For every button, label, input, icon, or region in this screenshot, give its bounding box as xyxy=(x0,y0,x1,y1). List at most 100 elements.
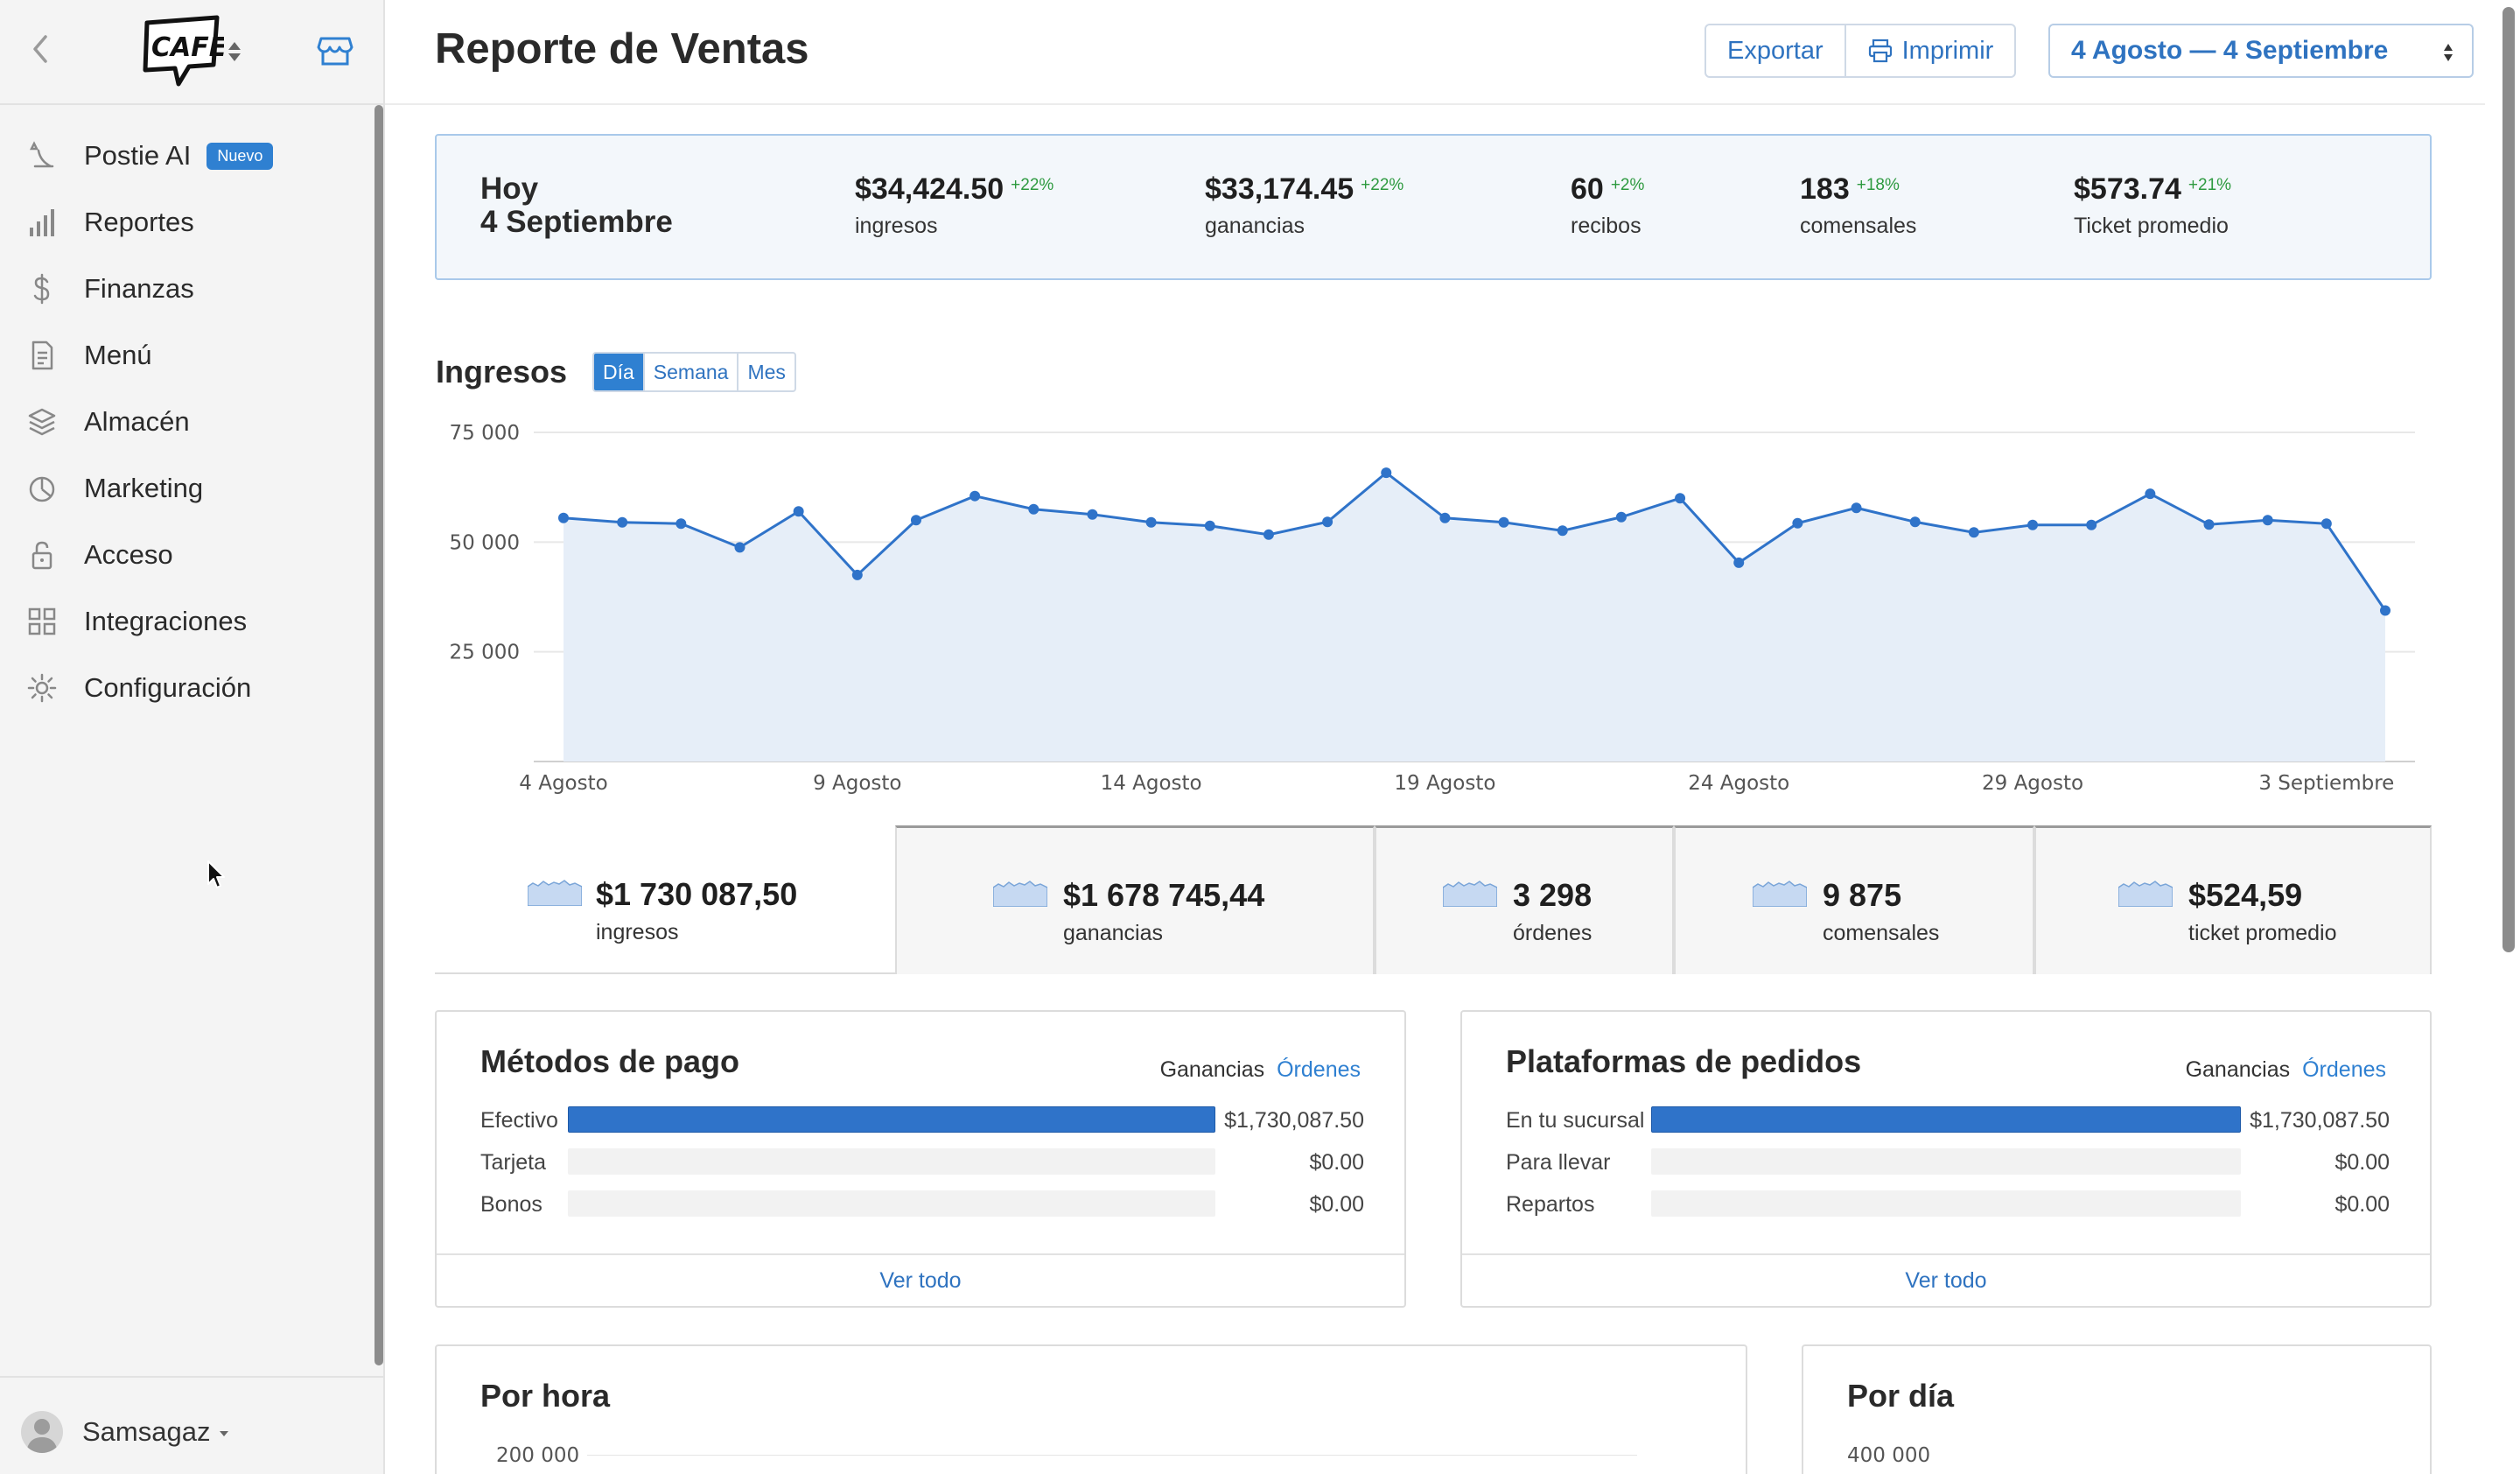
store-icon[interactable] xyxy=(317,33,354,68)
bar-amount: $0.00 xyxy=(2334,1150,2390,1175)
sidebar-item-configuracion[interactable]: Configuración xyxy=(0,655,376,721)
see-all-link[interactable]: Ver todo xyxy=(1462,1253,2430,1306)
sparkline-icon xyxy=(528,880,582,906)
toggle-ordenes[interactable]: Órdenes xyxy=(1277,1057,1361,1082)
kpi-label: recibos xyxy=(1571,214,1642,238)
data-point xyxy=(1968,527,1979,538)
sidebar-item-label: Integraciones xyxy=(84,606,248,636)
main-scrollbar[interactable] xyxy=(2497,0,2520,1474)
data-point xyxy=(793,506,804,517)
total-comensales[interactable]: 9 875 comensales xyxy=(1674,825,2034,974)
sort-arrows-icon[interactable] xyxy=(226,39,243,65)
panel-toggle: Ganancias Órdenes xyxy=(2186,1057,2386,1083)
avatar[interactable] xyxy=(21,1411,63,1453)
user-name[interactable]: Samsagaz xyxy=(82,1416,210,1448)
x-tick-label: 4 Agosto xyxy=(519,772,607,795)
sidebar-scrollbar[interactable] xyxy=(374,105,383,1365)
cafe-logo[interactable]: CAFE xyxy=(140,14,224,89)
sidebar-item-finanzas[interactable]: Finanzas xyxy=(0,256,376,322)
data-point xyxy=(1851,502,1862,514)
chevron-left-icon[interactable] xyxy=(26,32,56,67)
kpi-label: ingresos xyxy=(855,214,938,238)
print-button[interactable]: Imprimir xyxy=(1844,25,2015,76)
data-point xyxy=(2203,519,2215,530)
kpi-label: comensales xyxy=(1800,214,1917,238)
panel-title: Métodos de pago xyxy=(480,1043,739,1079)
data-point xyxy=(1615,511,1627,523)
sidebar: CAFE Postie AI Nuevo Reportes Finanzas M… xyxy=(0,0,385,1474)
x-tick-label: 14 Agosto xyxy=(1101,772,1202,795)
kpi-ganancias: $33,174.45 +22% ganancias xyxy=(1205,172,1404,239)
user-icon xyxy=(26,1419,58,1453)
action-buttons: Exportar Imprimir xyxy=(1704,24,2017,78)
kpi-ingresos: $34,424.50 +22% ingresos xyxy=(855,172,1054,239)
bar-row: Para llevar $0.00 xyxy=(1506,1147,2390,1176)
sidebar-item-integraciones[interactable]: Integraciones xyxy=(0,588,376,655)
bar-row: Bonos $0.00 xyxy=(480,1189,1364,1218)
export-button[interactable]: Exportar xyxy=(1706,25,1844,76)
kpi-label: ganancias xyxy=(1205,214,1305,238)
data-point xyxy=(2145,488,2156,500)
total-value: $524,59 xyxy=(2188,877,2303,913)
total-ticket-promedio[interactable]: $524,59 ticket promedio xyxy=(2034,825,2432,974)
data-point xyxy=(851,569,863,580)
bar-amount: $0.00 xyxy=(2334,1192,2390,1217)
sidebar-item-reportes[interactable]: Reportes xyxy=(0,189,376,256)
segment-dia[interactable]: Día xyxy=(594,354,643,390)
bar-track xyxy=(568,1106,1215,1133)
by-hour-panel: Por hora 200 000 xyxy=(435,1344,1747,1474)
kpi-value: $34,424.50 xyxy=(855,172,1004,206)
grid-line xyxy=(587,1455,1637,1456)
toggle-ordenes[interactable]: Órdenes xyxy=(2302,1057,2386,1082)
sidebar-item-almacen[interactable]: Almacén xyxy=(0,389,376,455)
order-platforms-panel: Plataformas de pedidos Ganancias Órdenes … xyxy=(1460,1010,2432,1308)
sidebar-item-marketing[interactable]: Marketing xyxy=(0,455,376,522)
bar-amount: $0.00 xyxy=(1309,1150,1364,1175)
bar-track xyxy=(1651,1106,2241,1133)
y-tick-label: 50 000 xyxy=(450,531,520,554)
total-value: $1 730 087,50 xyxy=(596,876,798,912)
data-point xyxy=(1028,503,1040,515)
panel-title: Plataformas de pedidos xyxy=(1506,1043,1862,1079)
data-point xyxy=(1263,529,1274,540)
user-menu[interactable]: Samsagaz xyxy=(0,1376,383,1474)
bar-label: Efectivo xyxy=(480,1108,558,1133)
bar-label: Repartos xyxy=(1506,1192,1595,1217)
y-tick-label: 25 000 xyxy=(450,642,520,664)
gear-icon xyxy=(27,673,57,703)
date-range-select[interactable]: 4 Agosto — 4 Septiembre xyxy=(2048,24,2474,78)
total-ingresos[interactable]: $1 730 087,50 ingresos xyxy=(435,825,895,974)
data-point xyxy=(558,512,569,523)
segment-semana[interactable]: Semana xyxy=(642,354,738,390)
sidebar-item-postie-ai[interactable]: Postie AI Nuevo xyxy=(0,123,376,189)
data-point xyxy=(2320,518,2332,530)
data-point xyxy=(970,490,981,502)
date-range-label: 4 Agosto — 4 Septiembre xyxy=(2071,36,2389,65)
sidebar-item-menu[interactable]: Menú xyxy=(0,322,376,389)
toggle-ganancias[interactable]: Ganancias xyxy=(2186,1057,2291,1082)
sparkline-icon xyxy=(2118,881,2173,907)
sidebar-item-acceso[interactable]: Acceso xyxy=(0,522,376,588)
bar-fill xyxy=(1651,1106,2241,1133)
sidebar-item-label: Finanzas xyxy=(84,273,194,304)
total-ganancias[interactable]: $1 678 745,44 ganancias xyxy=(895,825,1375,974)
toggle-ganancias[interactable]: Ganancias xyxy=(1160,1057,1265,1082)
see-all-link[interactable]: Ver todo xyxy=(437,1253,1404,1306)
caret-down-icon[interactable] xyxy=(219,1430,229,1437)
segment-mes[interactable]: Mes xyxy=(737,354,794,390)
bar-chart-icon xyxy=(30,209,54,236)
kpi-value: 60 xyxy=(1571,172,1604,206)
sidebar-item-label: Acceso xyxy=(84,539,173,570)
total-ordenes[interactable]: 3 298 órdenes xyxy=(1375,825,1674,974)
scrollbar-thumb[interactable] xyxy=(2502,7,2515,952)
bar-track xyxy=(1651,1190,2241,1217)
by-day-panel: Por día 400 000 xyxy=(1802,1344,2432,1474)
kpi-value: 183 xyxy=(1800,172,1850,206)
kpi-delta: +2% xyxy=(1610,176,1645,194)
today-label-day: Hoy xyxy=(480,172,539,206)
sidebar-header: CAFE xyxy=(0,0,383,105)
bar-label: Bonos xyxy=(480,1192,542,1217)
x-tick-label: 9 Agosto xyxy=(813,772,901,795)
today-label-date: 4 Septiembre xyxy=(480,205,673,239)
bar-amount: $0.00 xyxy=(1309,1192,1364,1217)
